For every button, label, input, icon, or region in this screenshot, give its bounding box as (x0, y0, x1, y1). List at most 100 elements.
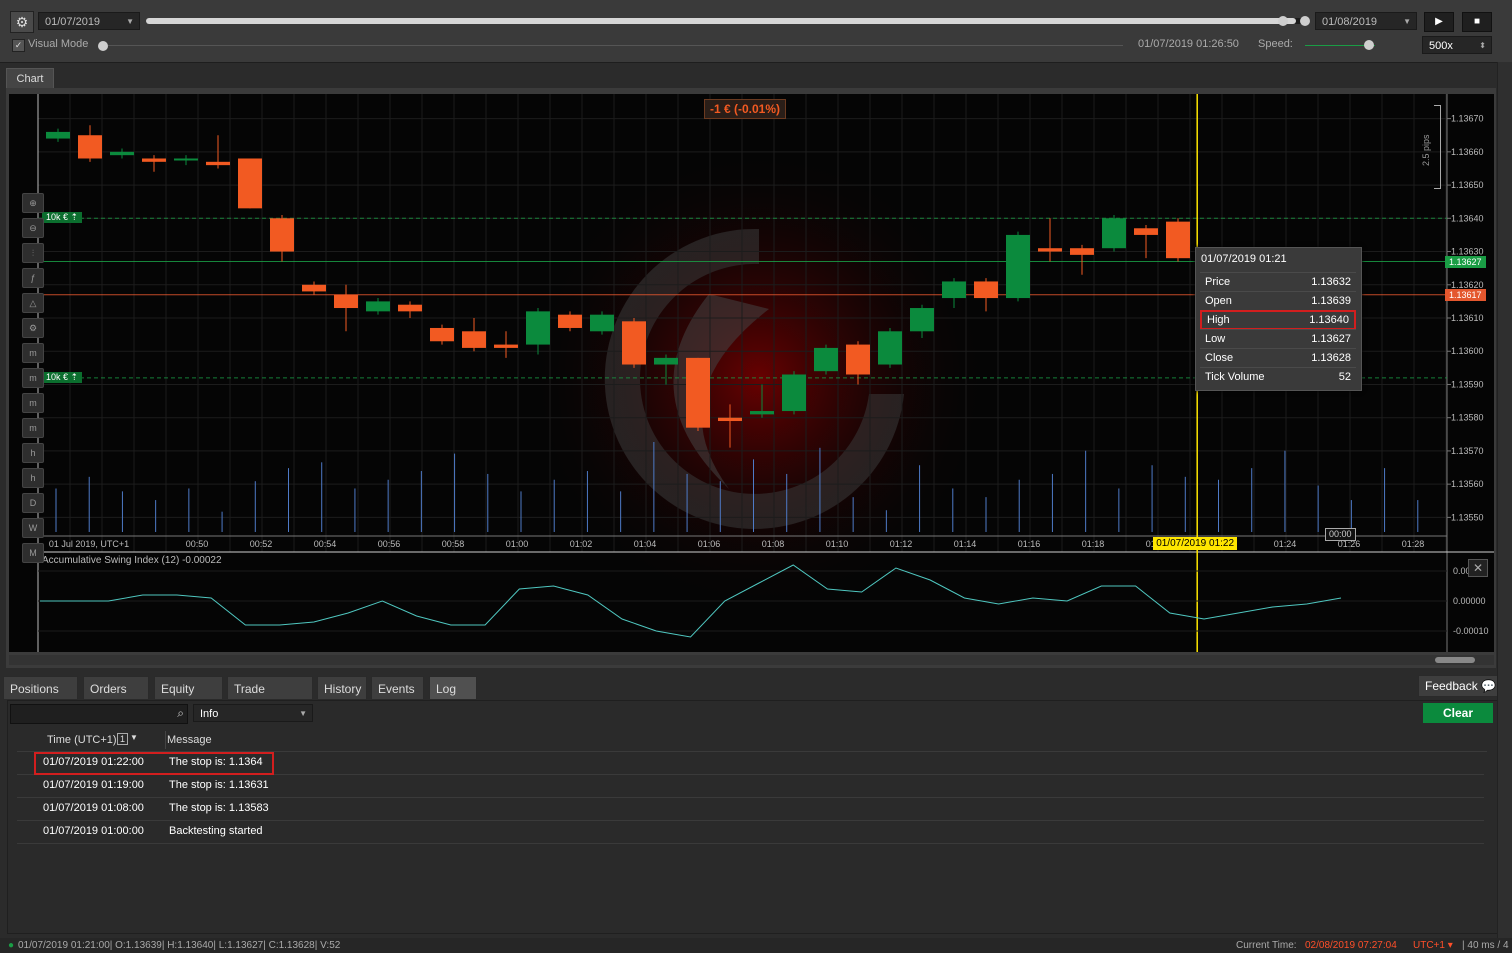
price-axis: 1.136701.136601.136501.136401.136301.136… (1447, 114, 1484, 522)
speed-input[interactable]: 500x ⬍ (1422, 36, 1492, 54)
log-time: 01/07/2019 01:08:00 (43, 802, 144, 814)
close-indicator-icon[interactable]: ✕ (1468, 559, 1488, 577)
indicators-icon[interactable]: ƒ (22, 268, 44, 288)
candle-body (686, 357, 710, 428)
sort-chevron-icon[interactable]: ▼ (130, 733, 138, 742)
time-tick-label: 01:14 (954, 539, 977, 549)
time-tick-label: 01:08 (762, 539, 785, 549)
log-level-select[interactable]: Info ▼ (193, 704, 313, 722)
timeframe-d1-icon[interactable]: D (22, 493, 44, 513)
play-button[interactable]: ▶ (1424, 12, 1454, 32)
visual-mode-checkbox[interactable]: ✓ (12, 39, 25, 52)
log-row[interactable]: 01/07/2019 01:08:00 The stop is: 1.13583 (17, 797, 1484, 821)
log-message: The stop is: 1.13583 (169, 802, 269, 814)
tooltip-value: 1.13627 (1311, 333, 1351, 345)
indicator-title: Accumulative Swing Index (12) -0.00022 (42, 555, 222, 566)
chart-type-icon[interactable]: ⫶ (22, 243, 44, 263)
tooltip-row-open: Open 1.13639 (1200, 291, 1356, 310)
settings-gear-icon[interactable]: ⚙ (10, 11, 34, 33)
tooltip-row-low: Low 1.13627 (1200, 329, 1356, 348)
tab-log[interactable]: Log (429, 676, 477, 700)
clear-log-button[interactable]: Clear (1423, 703, 1493, 723)
backtest-progress-track[interactable] (146, 18, 1308, 24)
tooltip-value: 1.13639 (1311, 295, 1351, 307)
timeframe-m5-icon[interactable]: m (22, 368, 44, 388)
timeframe-m30-icon[interactable]: m (22, 418, 44, 438)
backtest-control-bar: ⚙ 01/07/2019 ▼ 01/08/2019 ▼ ▶ ■ ✓ Visual M… (0, 0, 1512, 63)
progress-handle-start[interactable] (1278, 16, 1288, 26)
tab-history[interactable]: History (317, 676, 367, 700)
scrollbar-thumb[interactable] (1435, 657, 1475, 663)
candle-body (142, 158, 166, 162)
speed-slider-handle[interactable] (1364, 40, 1374, 50)
stop-button[interactable]: ■ (1462, 12, 1492, 32)
time-tick-label: 01:24 (1274, 539, 1297, 549)
chart-area[interactable]: 1.13670 1.13660 1.13650 1.13640 1.13630 1.136… (9, 94, 1494, 652)
timeframe-h1-icon[interactable]: h (22, 443, 44, 463)
candle-body (814, 347, 838, 372)
price-tick-label: 1.13590 (1451, 379, 1484, 389)
tab-trade-statistics[interactable]: Trade Statistics (227, 676, 313, 720)
log-row[interactable]: 01/07/2019 01:19:00 The stop is: 1.13631 (17, 774, 1484, 798)
candle-body (366, 301, 390, 312)
start-date-select[interactable]: 01/07/2019 ▼ (38, 12, 140, 30)
chevron-down-icon: ▼ (1403, 17, 1411, 26)
end-date-select[interactable]: 01/08/2019 ▼ (1315, 12, 1417, 30)
timeframe-m1-icon[interactable]: m (22, 343, 44, 363)
pnl-badge: -1 € (-0.01%) (704, 99, 787, 119)
chevron-down-icon: ▼ (299, 709, 307, 718)
candle-body (654, 357, 678, 365)
zoom-in-icon[interactable]: ⊕ (22, 193, 44, 213)
candle-body (910, 308, 934, 332)
current-time-value: 02/08/2019 07:27:04 (1305, 940, 1397, 951)
log-rows: 01/07/2019 01:22:00 The stop is: 1.1364 01… (17, 751, 1487, 931)
right-side-rail[interactable] (1497, 62, 1512, 938)
tooltip-key: Low (1205, 333, 1226, 345)
timeframe-h4-icon[interactable]: h (22, 468, 44, 488)
message-column-header[interactable]: Message (167, 734, 212, 746)
zoom-out-icon[interactable]: ⊖ (22, 218, 44, 238)
price-tick-label: 1.13570 (1451, 446, 1484, 456)
candle-body (110, 151, 134, 156)
tooltip-row-high: High 1.13640 (1200, 310, 1356, 330)
timezone-select[interactable]: UTC+1 ▾ (1413, 938, 1453, 953)
tooltip-value: 1.13632 (1311, 276, 1351, 288)
order-line-label[interactable]: 10k € ⇡ (42, 212, 83, 224)
candle-body (46, 131, 70, 139)
tooltip-key: Tick Volume (1205, 371, 1265, 383)
visual-mode-slider-handle[interactable] (98, 41, 108, 51)
timeframe-mn-icon[interactable]: M (22, 543, 44, 563)
drawing-tools-icon[interactable]: △ (22, 293, 44, 313)
candle-body (974, 281, 998, 299)
time-tick-label: 00:58 (442, 539, 465, 549)
log-row-highlight (34, 752, 274, 775)
chart-horizontal-scrollbar[interactable] (9, 655, 1494, 665)
visual-mode-slider-track[interactable] (108, 45, 1123, 46)
time-column-header[interactable]: Time (UTC+1) (47, 734, 117, 746)
log-row[interactable]: 01/07/2019 01:00:00 Backtesting started (17, 820, 1484, 844)
candle-body (750, 411, 774, 415)
candle-body (846, 344, 870, 375)
chart-settings-icon[interactable]: ⚙ (22, 318, 44, 338)
tab-orders[interactable]: Orders1 (83, 676, 149, 722)
log-search-input[interactable]: ⌕ (10, 704, 188, 724)
feedback-button[interactable]: Feedback 💬 (1418, 675, 1503, 697)
timeframe-w1-icon[interactable]: W (22, 518, 44, 538)
tab-equity-chart[interactable]: Equity Chart (154, 676, 223, 720)
cursor-time-label: 00:00 (1325, 528, 1356, 541)
time-tick-label: 01:28 (1402, 539, 1425, 549)
timeframe-m15-icon[interactable]: m (22, 393, 44, 413)
order-line-label[interactable]: 10k € ⇡ (42, 371, 83, 383)
log-level-value: Info (200, 708, 219, 720)
tab-chart[interactable]: Chart (6, 68, 54, 89)
log-table-header: Time (UTC+1) 1 ▼ Message (17, 729, 1487, 752)
tab-positions[interactable]: Positions2 (3, 676, 78, 722)
tooltip-title: 01/07/2019 01:21 (1201, 253, 1287, 265)
progress-handle-end[interactable] (1300, 16, 1310, 26)
candle-body (1102, 218, 1126, 249)
current-time-label: Current Time: (1236, 940, 1297, 951)
candle-body (1166, 221, 1190, 259)
tab-events[interactable]: Events (371, 676, 424, 700)
candle-body (558, 314, 582, 328)
price-tick-label: 1.13560 (1451, 479, 1484, 489)
